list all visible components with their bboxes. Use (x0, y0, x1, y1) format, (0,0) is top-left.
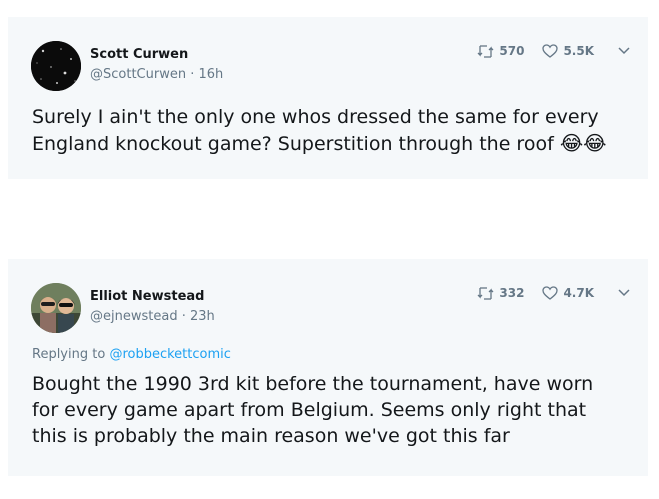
retweet-count: 570 (499, 44, 525, 58)
author-name[interactable]: Scott Curwen (90, 47, 188, 62)
avatar[interactable] (31, 283, 81, 333)
author-name[interactable]: Elliot Newstead (90, 289, 204, 304)
tweet-text: Surely I ain't the only one whos dressed… (32, 106, 607, 155)
replying-to: Replying to @robbeckettcomic (32, 347, 231, 362)
reply-mention-link[interactable]: @robbeckettcomic (109, 347, 230, 362)
retweet-count: 332 (499, 286, 525, 300)
tweet-actions: 570 5.5K (477, 44, 630, 58)
like-button[interactable]: 4.7K (542, 286, 594, 300)
chevron-down-icon[interactable] (618, 289, 630, 297)
author-handle[interactable]: @ejnewstead · 23h (90, 309, 215, 324)
like-button[interactable]: 5.5K (542, 44, 594, 58)
heart-icon (542, 286, 559, 300)
tweet-card[interactable]: Elliot Newstead @ejnewstead · 23h 332 4.… (8, 259, 648, 476)
retweet-icon (477, 286, 494, 300)
retweet-button[interactable]: 332 (477, 286, 524, 300)
tweet-card[interactable]: Scott Curwen @ScottCurwen · 16h 570 5.5K… (8, 17, 648, 179)
like-count: 5.5K (563, 44, 594, 58)
avatar[interactable] (31, 41, 81, 91)
author-handle[interactable]: @ScottCurwen · 16h (90, 67, 223, 82)
chevron-down-icon[interactable] (618, 47, 630, 55)
tweet-actions: 332 4.7K (477, 286, 630, 300)
tears-of-joy-emoji: 😂😂 (559, 131, 607, 155)
like-count: 4.7K (563, 286, 594, 300)
retweet-button[interactable]: 570 (477, 44, 524, 58)
heart-icon (542, 44, 559, 58)
tweet-text: Bought the 1990 3rd kit before the tourn… (32, 373, 594, 447)
retweet-icon (477, 44, 494, 58)
